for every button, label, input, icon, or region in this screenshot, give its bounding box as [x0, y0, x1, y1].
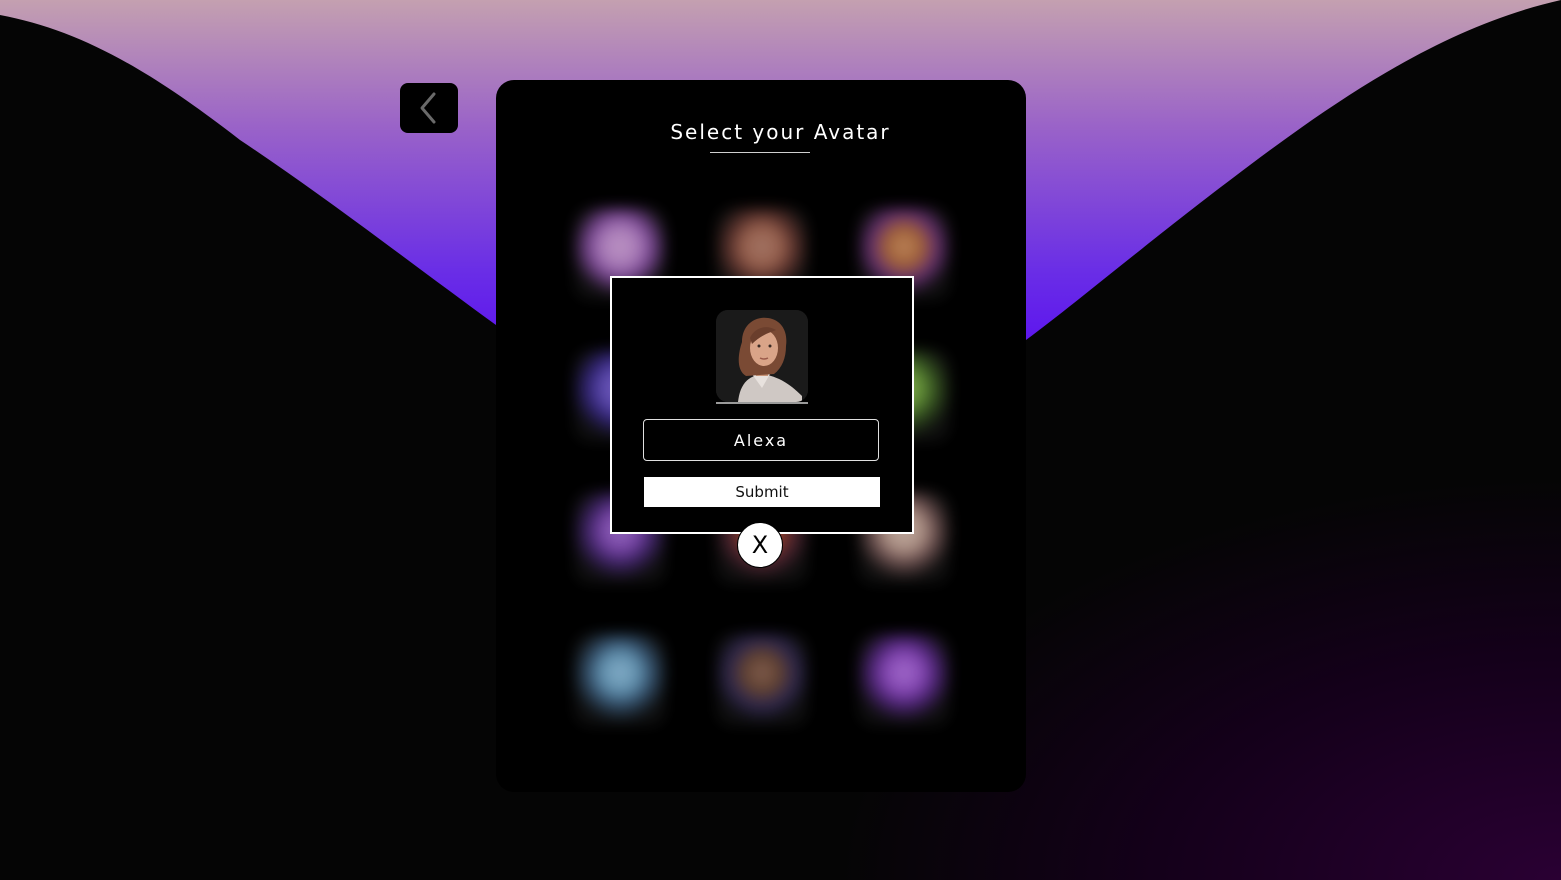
submit-button[interactable]: Submit [644, 477, 880, 507]
name-avatar-modal: Submit [610, 276, 914, 534]
avatar-underline [716, 402, 808, 404]
selected-avatar-image [716, 310, 808, 402]
avatar-option[interactable] [858, 634, 950, 726]
avatar-name-input[interactable] [643, 419, 879, 461]
selected-avatar-portrait [716, 310, 808, 402]
title-underline [710, 152, 810, 153]
close-modal-button[interactable]: X [737, 522, 783, 568]
avatar-option[interactable] [574, 634, 666, 726]
page-title: Select your Avatar [670, 120, 891, 144]
page-stage: Select your Avatar Alexa Submit X [0, 0, 1561, 880]
avatar-option[interactable] [716, 634, 808, 726]
